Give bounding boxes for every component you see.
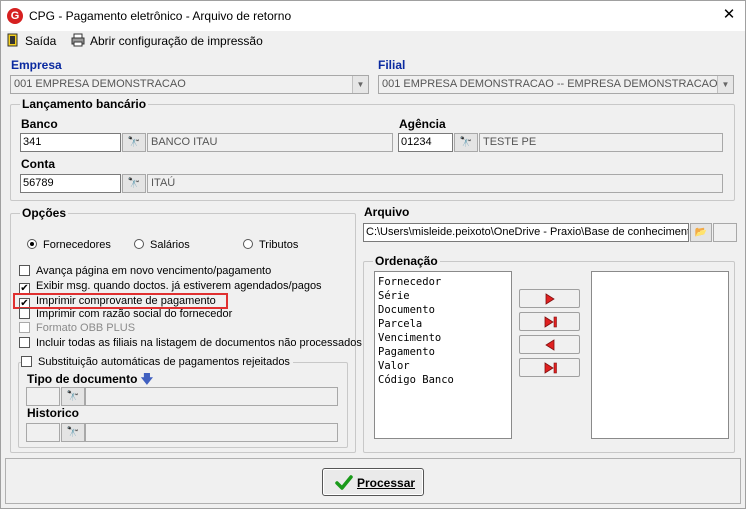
- list-item[interactable]: Fornecedor: [375, 275, 511, 289]
- move-left-button[interactable]: [519, 335, 580, 354]
- processar-button[interactable]: Processar: [322, 468, 424, 496]
- checkbox-icon: [21, 356, 32, 367]
- check-razao-social[interactable]: Imprimir com razão social do fornecedor: [19, 308, 232, 321]
- processar-label: Processar: [357, 476, 416, 490]
- binoculars-search-icon[interactable]: 🔭: [61, 423, 85, 442]
- radio-dot-icon: [134, 239, 144, 249]
- conta-code-input[interactable]: 56789: [20, 174, 121, 193]
- checkbox-icon: [19, 308, 30, 319]
- blank-button[interactable]: [713, 223, 737, 242]
- banco-code-input[interactable]: 341: [20, 133, 121, 152]
- list-item[interactable]: Pagamento: [375, 345, 511, 359]
- check-substituicao[interactable]: Substituição automáticas de pagamentos r…: [21, 356, 293, 369]
- chevron-down-icon[interactable]: ▼: [717, 76, 733, 93]
- filial-label: Filial: [378, 58, 406, 72]
- ordenacao-items: Fornecedor Série Documento Parcela Venci…: [375, 272, 511, 387]
- historico-code-input[interactable]: [26, 423, 60, 442]
- opcoes-group-label: Opções: [20, 206, 69, 220]
- exit-label: Saída: [25, 34, 57, 48]
- folder-open-icon[interactable]: 📂: [690, 223, 712, 242]
- dialog-window: G CPG - Pagamento eletrônico - Arquivo d…: [0, 0, 746, 509]
- agencia-code-input[interactable]: 01234: [398, 133, 453, 152]
- chevron-down-icon[interactable]: ▼: [352, 76, 368, 93]
- arrow-left-icon: [545, 339, 555, 351]
- menu-bar: Saída Abrir configuração de impressão: [1, 31, 745, 51]
- title-bar: G CPG - Pagamento eletrônico - Arquivo d…: [1, 1, 745, 31]
- move-right-button[interactable]: [519, 289, 580, 308]
- check-incluir-filiais[interactable]: Incluir todas as filiais na listagem de …: [19, 337, 362, 350]
- arrow-right-end-icon: [544, 362, 557, 374]
- list-item[interactable]: Parcela: [375, 317, 511, 331]
- exit-menu-item[interactable]: Saída: [7, 33, 56, 49]
- check-avanca-pagina[interactable]: Avança página em novo vencimento/pagamen…: [19, 265, 271, 278]
- agencia-label: Agência: [399, 117, 446, 131]
- printer-icon: [71, 33, 85, 47]
- checkbox-icon: [19, 322, 30, 333]
- radio-tributos[interactable]: Tributos: [243, 238, 298, 252]
- close-button[interactable]: ✕: [719, 5, 739, 25]
- list-item[interactable]: Série: [375, 289, 511, 303]
- arquivo-label: Arquivo: [364, 205, 410, 219]
- tipo-documento-code-input[interactable]: [26, 387, 60, 406]
- binoculars-search-icon[interactable]: 🔭: [122, 133, 146, 152]
- checkmark-icon: [335, 475, 353, 490]
- empresa-label: Empresa: [11, 58, 62, 72]
- radio-salarios[interactable]: Salários: [134, 238, 190, 252]
- door-exit-icon: [7, 33, 18, 47]
- banco-label: Banco: [21, 117, 58, 131]
- historico-label: Historico: [27, 406, 80, 420]
- empresa-value: 001 EMPRESA DEMONSTRACAO: [14, 78, 186, 90]
- conta-name-field: ITAÚ: [147, 174, 723, 193]
- lancamento-group-label: Lançamento bancário: [20, 97, 149, 111]
- list-item[interactable]: Vencimento: [375, 331, 511, 345]
- banco-name-field: BANCO ITAU: [147, 133, 393, 152]
- filial-value: 001 EMPRESA DEMONSTRACAO -- EMPRESA DEMO…: [382, 78, 718, 90]
- radio-dot-icon: [27, 239, 37, 249]
- arquivo-path-input[interactable]: C:\Users\misleide.peixoto\OneDrive - Pra…: [363, 223, 689, 242]
- binoculars-search-icon[interactable]: 🔭: [61, 387, 85, 406]
- check-formato-obb: Formato OBB PLUS: [19, 322, 135, 335]
- checkbox-icon: [19, 265, 30, 276]
- filial-select[interactable]: 001 EMPRESA DEMONSTRACAO -- EMPRESA DEMO…: [378, 75, 734, 94]
- ordenacao-group-label: Ordenação: [373, 254, 440, 268]
- arrow-right-end-icon: [544, 316, 557, 328]
- agencia-name-field: TESTE PE: [479, 133, 723, 152]
- list-item[interactable]: Documento: [375, 303, 511, 317]
- tipo-documento-name-field: [85, 387, 338, 406]
- move-all-right-button[interactable]: [519, 312, 580, 331]
- move-all-left-button[interactable]: [519, 358, 580, 377]
- print-config-label: Abrir configuração de impressão: [90, 34, 263, 48]
- binoculars-search-icon[interactable]: 🔭: [454, 133, 478, 152]
- window-title: CPG - Pagamento eletrônico - Arquivo de …: [29, 9, 292, 23]
- conta-label: Conta: [21, 157, 55, 171]
- check-exibir-msg[interactable]: ✔ Exibir msg. quando doctos. já estiverem…: [19, 280, 322, 294]
- radio-fornecedores[interactable]: Fornecedores: [27, 238, 111, 252]
- arrow-down-icon: 🡇: [140, 372, 154, 386]
- list-item[interactable]: Valor: [375, 359, 511, 373]
- list-item[interactable]: Código Banco: [375, 373, 511, 387]
- arrow-right-icon: [545, 293, 555, 305]
- historico-name-field: [85, 423, 338, 442]
- app-logo-icon: G: [7, 8, 23, 24]
- checkbox-icon: [19, 337, 30, 348]
- highlight-box: [13, 293, 228, 309]
- radio-dot-icon: [243, 239, 253, 249]
- empresa-select[interactable]: 001 EMPRESA DEMONSTRACAO ▼: [10, 75, 369, 94]
- print-config-menu-item[interactable]: Abrir configuração de impressão: [71, 33, 263, 49]
- binoculars-search-icon[interactable]: 🔭: [122, 174, 146, 193]
- ordenacao-selected-list[interactable]: [591, 271, 729, 439]
- ordenacao-available-list[interactable]: Fornecedor Série Documento Parcela Venci…: [374, 271, 512, 439]
